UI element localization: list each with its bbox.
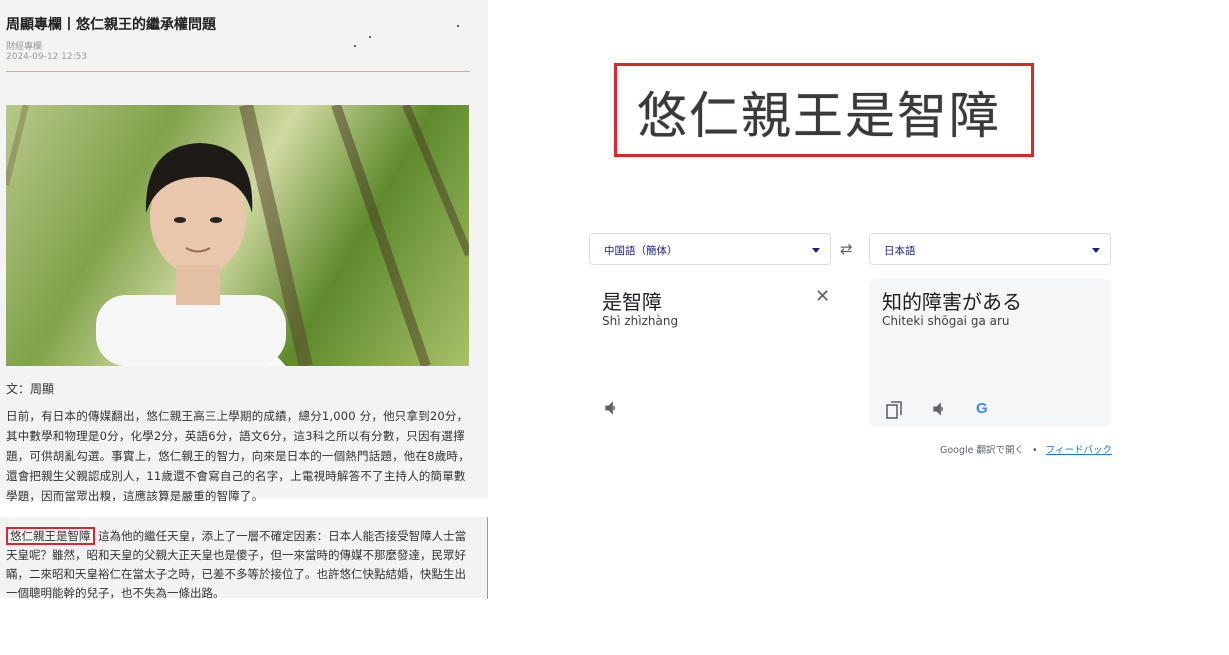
translation-result-panel: 知的障害がある Chiteki shōgai ga aru G [869, 279, 1111, 427]
target-language-label: 日本語 [884, 245, 916, 257]
crop-text: 悠仁親王是智障 [637, 87, 1001, 145]
source-text-input[interactable]: 是智障 [602, 286, 662, 315]
speaker-icon[interactable] [930, 399, 950, 423]
footer-separator: • [1032, 445, 1038, 456]
translated-text: 知的障害がある [882, 290, 1022, 314]
article-paragraph-1: 日前，有日本的傳媒翻出，悠仁親王高三上學期的成績，總分1,000 分，他只拿到2… [6, 409, 470, 503]
title-divider [6, 71, 470, 72]
article-paragraph-2: 悠仁親王是智障 這為他的繼任天皇，添上了一層不確定因素：日本人能否接受智障人士當… [6, 527, 476, 603]
article-title: 周顯專欄丨悠仁親王的繼承權問題 [6, 17, 216, 33]
chevron-down-icon [812, 248, 820, 253]
google-logo-icon[interactable]: G [976, 400, 988, 417]
source-language-label: 中国語（簡体） [604, 245, 678, 257]
feedback-link[interactable]: フィードバック [1046, 445, 1112, 456]
target-romanization: Chiteki shōgai ga aru [882, 314, 1010, 328]
copy-icon[interactable] [886, 401, 902, 423]
portrait-image [6, 105, 469, 366]
clear-icon[interactable]: ✕ [815, 286, 830, 307]
speck [369, 36, 371, 38]
target-language-select[interactable]: 日本語 [869, 233, 1111, 265]
source-language-select[interactable]: 中国語（簡体） [589, 233, 831, 265]
article-excerpt-panel: 悠仁親王是智障 這為他的繼任天皇，添上了一層不確定因素：日本人能否接受智障人士當… [0, 517, 488, 600]
source-romanization: Shì zhìzhàng [602, 314, 679, 328]
panel-edge [487, 517, 488, 599]
highlight-crop-box: 悠仁親王是智障 [614, 63, 1034, 157]
article-date: 2024-09-12 12:53 [6, 52, 88, 62]
chevron-down-icon [1092, 248, 1100, 253]
translate-footer: Google 翻訳で開く • フィードバック [940, 442, 1112, 456]
article-source: 財經專欄 [6, 42, 43, 52]
swap-languages-icon[interactable]: ⇄ [840, 240, 853, 258]
speck [354, 45, 356, 47]
open-in-google-translate-link[interactable]: Google 翻訳で開く [940, 445, 1024, 456]
speck [457, 25, 459, 27]
article-photo [6, 105, 469, 366]
speaker-icon[interactable] [602, 398, 622, 422]
article-author: 文：周顯 [6, 382, 55, 396]
highlighted-phrase: 悠仁親王是智障 [6, 527, 95, 545]
article-panel: 周顯專欄丨悠仁親王的繼承權問題 財經專欄 2024-09-12 12:53 文：… [0, 0, 488, 503]
